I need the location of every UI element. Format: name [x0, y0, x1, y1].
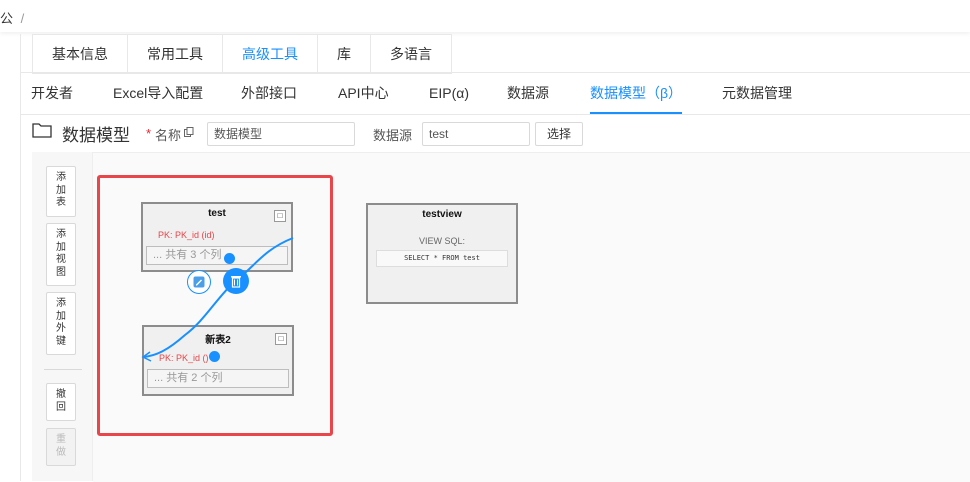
datasource-input[interactable]: test — [422, 122, 530, 146]
view-node-testview[interactable]: testview VIEW SQL: SELECT * FROM test — [366, 203, 518, 304]
tab-advanced-tools[interactable]: 高级工具 — [223, 35, 318, 73]
tab-library[interactable]: 库 — [318, 35, 371, 73]
folder-icon — [32, 123, 52, 138]
tab-common-tools[interactable]: 常用工具 — [128, 35, 223, 73]
secondary-tabs-divider — [20, 114, 970, 115]
view-sql-label: VIEW SQL: — [418, 236, 465, 246]
tab-metadata-management[interactable]: 元数据管理 — [722, 74, 792, 114]
primary-tabs-divider — [20, 72, 970, 73]
tab-data-model[interactable]: 数据模型（β） — [590, 74, 683, 114]
columns-summary[interactable]: ... 共有 3 个列 — [146, 246, 288, 265]
primary-key-label: PK: PK_id () — [159, 353, 209, 363]
tab-excel-import[interactable]: Excel导入配置 — [113, 74, 203, 114]
left-divider — [20, 34, 21, 481]
node-title: 新表2 — [205, 335, 231, 346]
breadcrumb-separator: / — [20, 11, 25, 26]
node-title: test — [208, 208, 226, 219]
undo-button[interactable]: 撤回 — [46, 383, 76, 421]
primary-tabs: 基本信息 常用工具 高级工具 库 多语言 — [32, 34, 452, 74]
add-foreign-key-button[interactable]: 添加外键 — [46, 292, 76, 355]
tab-developer[interactable]: 开发者 — [31, 74, 73, 114]
copy-icon[interactable] — [184, 127, 194, 137]
delete-link-button[interactable] — [223, 268, 249, 294]
page-title: 数据模型 — [62, 126, 130, 145]
top-bar — [0, 0, 970, 32]
datasource-label: 数据源 — [373, 128, 413, 143]
redo-button: 重做 — [46, 428, 76, 466]
edit-link-button[interactable] — [187, 270, 211, 294]
add-table-button[interactable]: 添加表 — [46, 166, 76, 217]
name-label: 名称 — [155, 128, 182, 143]
tab-multilanguage[interactable]: 多语言 — [371, 35, 451, 73]
link-target-handle[interactable] — [209, 351, 220, 362]
toolbar-divider — [44, 369, 82, 370]
edit-icon — [193, 276, 205, 288]
breadcrumb: 公 / — [0, 8, 24, 27]
trash-icon — [231, 276, 241, 288]
view-sql-text: SELECT * FROM test — [376, 250, 508, 267]
required-mark: * — [146, 126, 152, 141]
primary-key-label: PK: PK_id (id) — [158, 230, 215, 240]
close-icon[interactable]: □ — [275, 333, 287, 345]
tab-basic-info[interactable]: 基本信息 — [33, 35, 128, 73]
name-input[interactable]: 数据模型 — [207, 122, 355, 146]
select-button[interactable]: 选择 — [535, 122, 583, 146]
tab-eip[interactable]: EIP(α) — [429, 74, 469, 114]
tab-api-center[interactable]: API中心 — [338, 74, 389, 114]
table-node-test[interactable]: test □ PK: PK_id (id) ... 共有 3 个列 — [141, 202, 293, 272]
breadcrumb-item[interactable]: 公 — [0, 11, 13, 26]
add-view-button[interactable]: 添加视图 — [46, 223, 76, 286]
close-icon[interactable]: □ — [274, 210, 286, 222]
tab-datasource[interactable]: 数据源 — [507, 74, 549, 114]
link-source-handle[interactable] — [224, 253, 235, 264]
columns-summary[interactable]: ... 共有 2 个列 — [147, 369, 289, 388]
node-title: testview — [422, 209, 462, 220]
tab-external-api[interactable]: 外部接口 — [241, 74, 297, 114]
